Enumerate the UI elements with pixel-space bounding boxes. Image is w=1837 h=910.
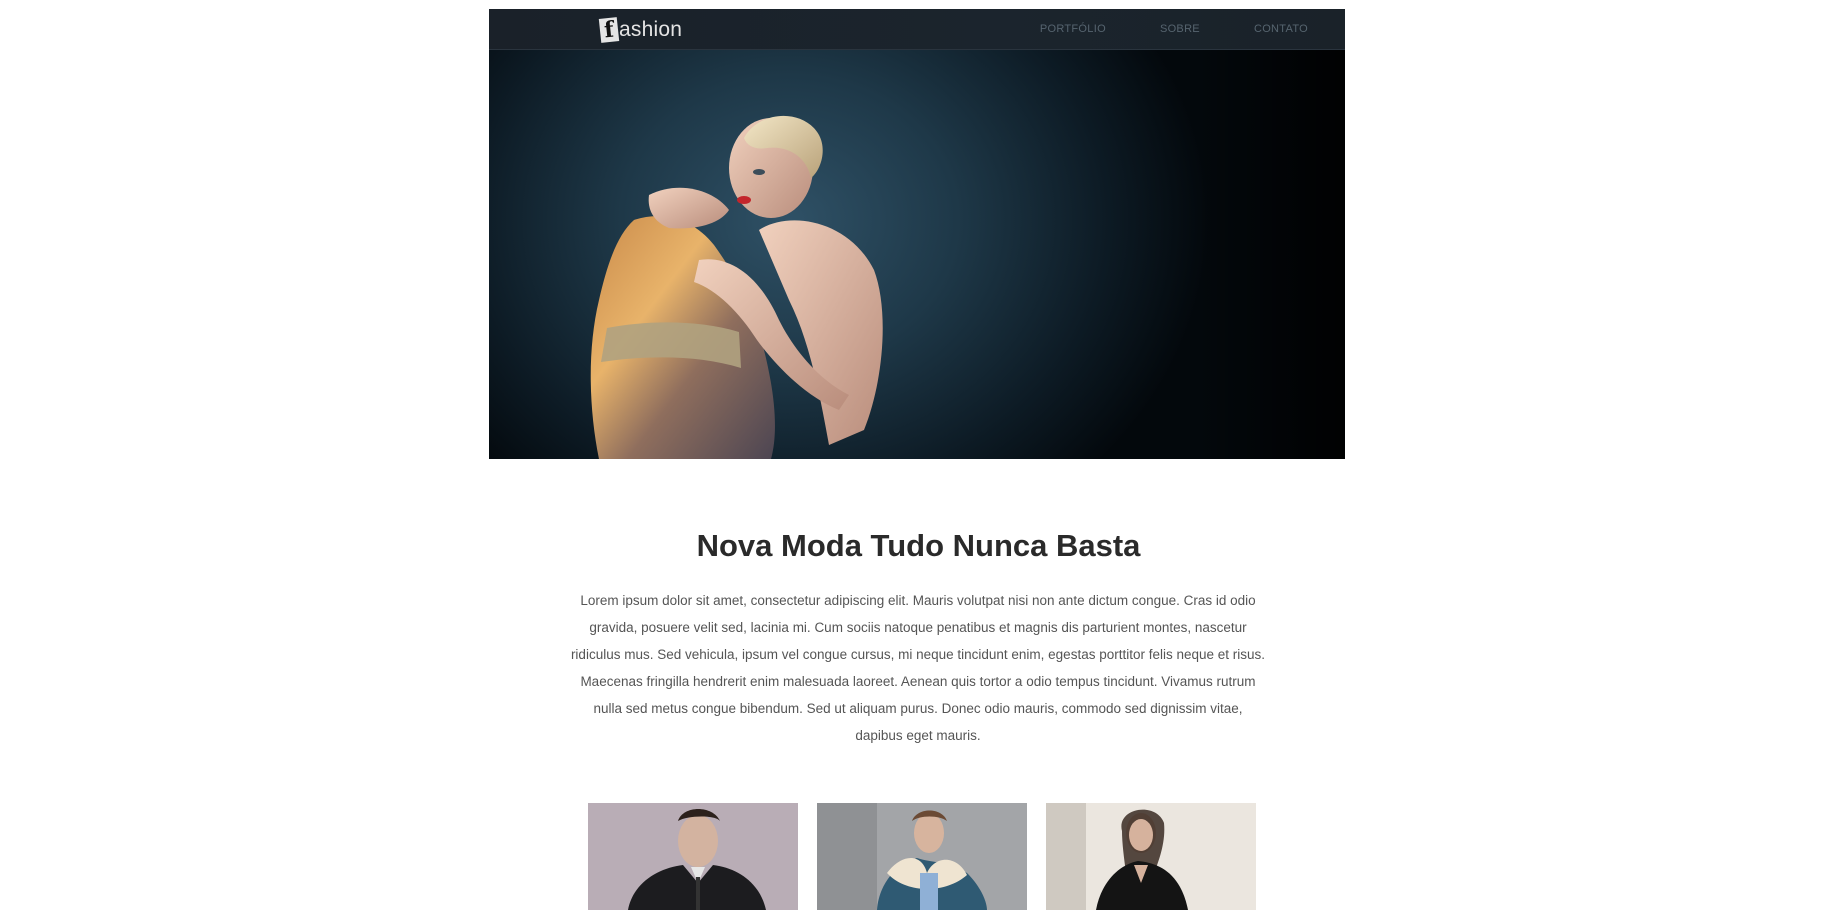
nav-link-portfolio[interactable]: PORTFÓLIO (1040, 23, 1106, 35)
nav-link-sobre[interactable]: SOBRE (1160, 23, 1200, 35)
logo-text: ashion (619, 18, 683, 41)
intro-paragraph: Lorem ipsum dolor sit amet, consectetur … (569, 587, 1267, 749)
man-coat-photo (588, 803, 798, 910)
intro-line: Maecenas fringilla hendrerit enim malesu… (580, 674, 1256, 689)
logo[interactable]: f ashion (598, 17, 683, 43)
page-title: Nova Moda Tudo Nunca Basta (696, 528, 1141, 563)
intro-line: gravida, posuere velit sed, lacinia mi. … (589, 620, 1247, 635)
intro-line: ridiculus mus. Sed vehicula, ipsum vel c… (570, 647, 1266, 662)
site-frame: f ashion PORTFÓLIO SOBRE CONTATO (489, 9, 1345, 459)
gallery-item-woman-leather[interactable] (1046, 803, 1256, 910)
main-nav: PORTFÓLIO SOBRE CONTATO (986, 9, 1308, 49)
logo-mark: f (598, 17, 620, 43)
gallery-item-woman-fur[interactable] (817, 803, 1027, 910)
intro-line: dapibus eget mauris. (855, 728, 981, 743)
intro-line: Lorem ipsum dolor sit amet, consectetur … (580, 593, 1256, 608)
hero-model-illustration (590, 115, 883, 459)
site-header: f ashion PORTFÓLIO SOBRE CONTATO (489, 9, 1345, 50)
page: f ashion PORTFÓLIO SOBRE CONTATO Nova Mo… (0, 0, 1837, 910)
intro-line: nulla sed metus congue bibendum. Sed ut … (593, 701, 1243, 716)
gallery (588, 803, 1258, 910)
woman-leather-photo (1046, 803, 1256, 910)
nav-link-contato[interactable]: CONTATO (1254, 23, 1308, 35)
gallery-item-man-coat[interactable] (588, 803, 798, 910)
hero-image (489, 50, 1345, 459)
woman-fur-photo (817, 803, 1027, 910)
